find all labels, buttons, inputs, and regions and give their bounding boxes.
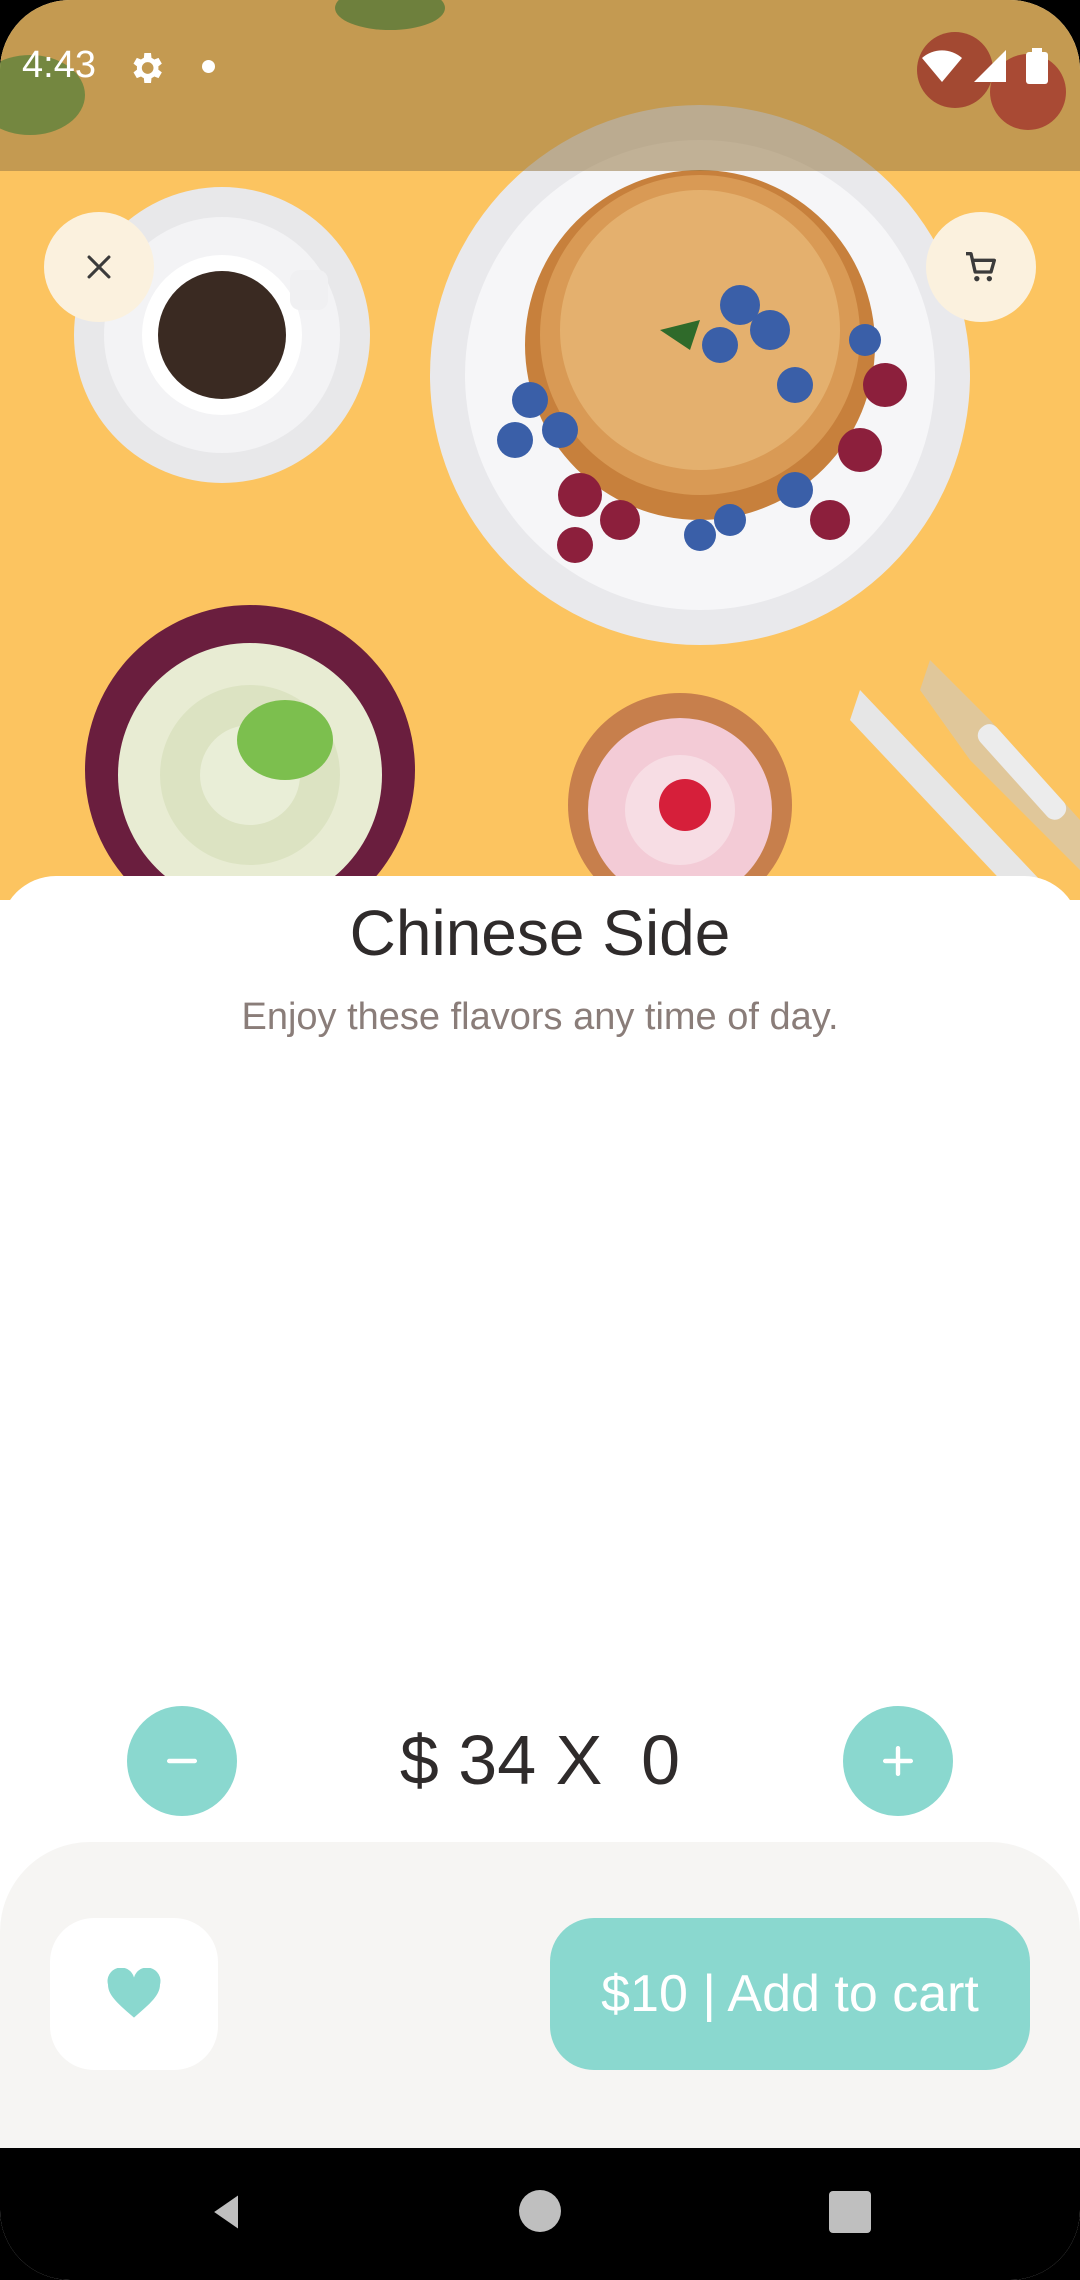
home-icon[interactable]: [519, 2190, 561, 2232]
heart-icon: [107, 1968, 161, 2018]
cart-button[interactable]: [926, 212, 1036, 322]
minus-icon: [166, 1758, 198, 1764]
price-quantity-display: $ 34 X 0: [399, 1721, 681, 1799]
battery-icon: [1026, 48, 1048, 84]
product-hero-image: 4:43: [0, 0, 1080, 900]
back-icon[interactable]: [205, 2190, 249, 2234]
recent-apps-icon[interactable]: [829, 2191, 871, 2233]
favorite-button[interactable]: [50, 1918, 218, 2070]
product-title: Chinese Side: [349, 897, 731, 969]
decrease-quantity-button[interactable]: [127, 1706, 237, 1816]
plus-icon: [882, 1745, 914, 1777]
status-time: 4:43: [22, 44, 96, 86]
add-to-cart-button[interactable]: $10 | Add to cart: [550, 1918, 1030, 2070]
system-status-icons: [922, 48, 1048, 84]
action-footer: $10 | Add to cart: [0, 1842, 1080, 2148]
screen: 4:43 Chinese Side Enjoy these flavors an…: [0, 0, 1080, 2280]
settings-gear-icon: [133, 53, 162, 83]
notification-dot-icon: [202, 60, 215, 73]
cellular-signal-icon: [974, 50, 1006, 82]
system-navigation-bar: [0, 2148, 1080, 2280]
product-subtitle: Enjoy these flavors any time of day.: [241, 996, 839, 1038]
status-bar: 4:43: [0, 0, 1080, 171]
increase-quantity-button[interactable]: [843, 1706, 953, 1816]
close-button[interactable]: [44, 212, 154, 322]
close-icon: [87, 255, 111, 279]
cart-icon: [966, 252, 996, 282]
wifi-icon: [922, 50, 962, 82]
